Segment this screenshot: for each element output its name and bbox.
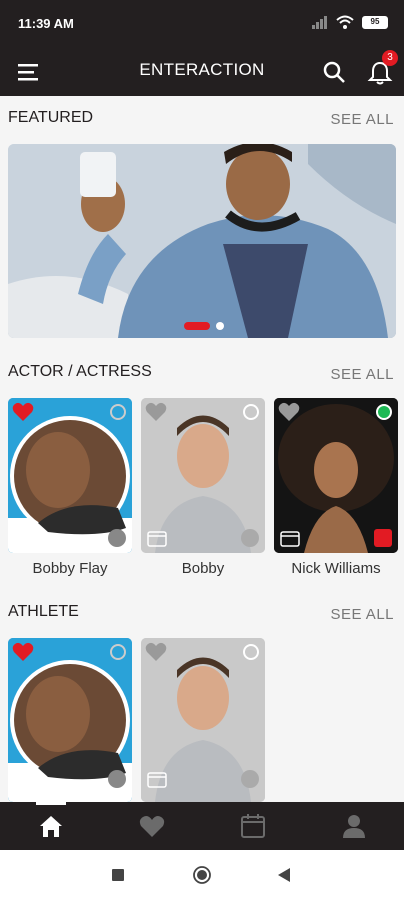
favorite-heart-icon[interactable] [145,402,167,422]
athletes-title: ATHLETE [8,603,79,620]
heart-icon[interactable] [138,812,166,840]
athlete-card[interactable] [141,638,265,802]
athlete-card[interactable] [8,638,132,802]
featured-image [8,144,396,338]
video-call-icon[interactable] [241,529,259,547]
select-circle[interactable] [243,644,259,660]
select-circle[interactable] [110,644,126,660]
recent-apps-icon[interactable] [112,869,124,881]
actors-see-all[interactable]: SEE ALL [330,366,394,383]
favorite-heart-icon[interactable] [278,402,300,422]
video-call-icon[interactable] [241,770,259,788]
nav-active-indicator [36,802,66,805]
online-status-icon [376,404,392,420]
athletes-see-all[interactable]: SEE ALL [330,606,394,623]
favorite-heart-icon[interactable] [12,402,34,422]
favorite-heart-icon[interactable] [12,642,34,662]
featured-see-all[interactable]: SEE ALL [330,111,394,128]
favorite-heart-icon[interactable] [145,642,167,662]
carousel-indicator[interactable] [184,322,224,330]
wifi-icon [336,15,354,29]
video-call-icon[interactable] [108,529,126,547]
home-button-icon[interactable] [193,866,211,884]
home-icon[interactable] [37,812,65,840]
app-bar: ENTERACTION [0,48,404,96]
featured-banner[interactable] [8,144,396,338]
back-icon[interactable] [278,868,290,882]
actor-name: Nick Williams [291,560,381,577]
calendar-icon[interactable] [280,529,300,547]
select-circle[interactable] [110,404,126,420]
calendar-icon[interactable] [147,770,167,788]
notification-badge: 3 [382,50,398,66]
select-circle[interactable] [243,404,259,420]
system-nav [0,850,404,900]
carousel-dot[interactable] [216,322,224,330]
actor-card[interactable] [274,398,398,553]
search-icon[interactable] [322,60,346,84]
calendar-icon[interactable] [147,529,167,547]
carousel-dot-active[interactable] [184,322,210,330]
actors-title: ACTOR / ACTRESS [8,363,152,380]
actor-name: Bobby [181,560,225,577]
battery-icon: 95 [362,15,388,29]
actor-card[interactable] [8,398,132,553]
video-call-icon[interactable] [374,529,392,547]
video-call-icon[interactable] [108,770,126,788]
actor-name: Bobby Flay [32,560,108,577]
actor-card[interactable] [141,398,265,553]
status-bar: 11:39 AM 95 [0,0,404,48]
calendar-icon[interactable] [239,812,267,840]
bottom-nav [0,802,404,850]
status-time: 11:39 AM [18,16,74,31]
signal-icon [312,16,327,29]
featured-title: FEATURED [8,109,94,126]
profile-icon[interactable] [340,812,368,840]
